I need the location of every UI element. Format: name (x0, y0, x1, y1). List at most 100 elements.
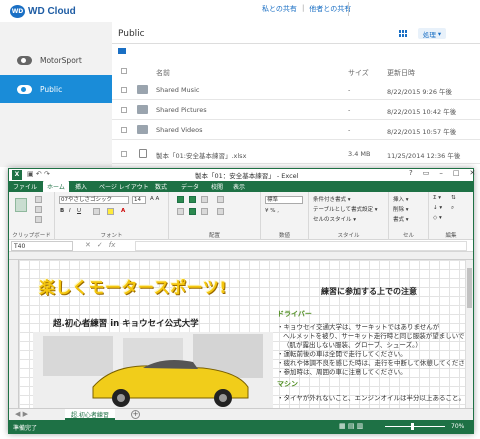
formula-input[interactable] (135, 241, 467, 251)
column-updated[interactable]: 更新日時 (387, 68, 415, 78)
ribbon-display-icon[interactable]: ▭ (423, 169, 430, 177)
formula-icons: ✕ ✓ fx (85, 241, 115, 249)
format-as-table-button[interactable]: テーブルとして書式設定 ▾ (313, 205, 378, 213)
wrap-text-icon[interactable] (217, 196, 224, 203)
number-format-select[interactable]: 標準 (265, 196, 303, 204)
redo-icon[interactable]: ↷ (44, 170, 50, 178)
cut-icon[interactable] (35, 196, 42, 203)
insert-cells-button[interactable]: 挿入 ▾ (393, 195, 409, 203)
name-box[interactable]: T40 (11, 241, 73, 251)
clear-icon[interactable]: ◇ ▾ (433, 215, 442, 221)
bold-icon[interactable]: B (60, 208, 64, 214)
merge-center-icon[interactable] (217, 208, 224, 215)
wd-cloud-logo[interactable]: WD WD Cloud (10, 4, 76, 18)
grid-view-icon[interactable] (399, 30, 407, 37)
row-checkbox[interactable] (121, 107, 127, 113)
border-icon[interactable] (93, 208, 100, 215)
column-name[interactable]: 名前 (156, 68, 170, 78)
worksheet-grid[interactable]: 楽しくモータースポーツ! 練習に参加する上での注意 超.初心者練習 in キョウ… (19, 260, 465, 408)
align-bottom-icon[interactable] (201, 196, 208, 203)
shared-with-me-link[interactable]: 私との共有 (262, 4, 297, 14)
sheet-nav-icon[interactable]: ◀ ▶ (15, 410, 28, 418)
font-size-select[interactable]: 14 (132, 196, 146, 204)
vertical-scrollbar[interactable] (465, 260, 473, 408)
tab-insert[interactable]: 挿入 (75, 182, 87, 191)
add-sheet-icon[interactable]: + (131, 410, 140, 419)
sort-filter-icon[interactable]: ⇅ (451, 195, 456, 201)
minimize-icon[interactable]: – (439, 169, 443, 177)
underline-icon[interactable]: U (77, 208, 81, 214)
tab-formulas[interactable]: 数式 (155, 182, 167, 191)
conditional-format-button[interactable]: 条件付き書式 ▾ (313, 195, 351, 203)
ribbon: クリップボード 07やさしさゴシック 14 A A B I U A フォント 配… (9, 192, 473, 240)
operations-button[interactable]: 処理 ▾ (418, 28, 446, 39)
undo-icon[interactable]: ↶ (36, 170, 42, 178)
tab-file[interactable]: ファイル (13, 182, 37, 191)
folder-icon (137, 85, 148, 94)
zoom-slider-thumb[interactable] (411, 423, 414, 430)
file-row[interactable]: Shared Videos - 8/22/2015 10:57 午後 (112, 121, 480, 140)
tab-data[interactable]: データ (181, 182, 199, 191)
number-group: 標準 ¥ % , 数値 (261, 192, 309, 240)
tab-review[interactable]: 校閲 (211, 182, 223, 191)
scroll-thumb[interactable] (467, 268, 472, 308)
align-center-icon[interactable] (189, 208, 196, 215)
tab-home[interactable]: ホーム (43, 181, 69, 192)
italic-icon[interactable]: I (69, 208, 71, 214)
row-checkbox[interactable] (121, 87, 127, 93)
copy-icon[interactable] (35, 206, 42, 213)
currency-icon[interactable]: ¥ % , (265, 208, 279, 214)
sidebar-item-motorsport[interactable]: MotorSport (0, 46, 112, 74)
font-name-select[interactable]: 07やさしさゴシック (59, 196, 129, 204)
cancel-icon[interactable]: ✕ (85, 241, 91, 249)
help-icon[interactable]: ? (409, 169, 413, 177)
select-all-checkbox[interactable] (121, 68, 127, 76)
zoom-level[interactable]: 70% (451, 423, 464, 430)
sheet-tabs-bar: ◀ ▶ 超.初心者練習 + (9, 408, 473, 420)
column-size[interactable]: サイズ (348, 68, 369, 78)
sidebar-item-public[interactable]: Public (0, 75, 112, 103)
maximize-icon[interactable]: □ (453, 169, 460, 177)
align-left-icon[interactable] (177, 208, 184, 215)
delete-cells-button[interactable]: 削除 ▾ (393, 205, 409, 213)
align-top-icon[interactable] (177, 196, 184, 203)
fill-icon[interactable]: ↓ ▾ (433, 205, 442, 211)
function-icon[interactable]: fx (109, 241, 116, 249)
sidebar: MotorSport Public (0, 22, 112, 167)
car-illustration (33, 332, 273, 408)
enter-icon[interactable]: ✓ (97, 241, 103, 249)
list-view-icon[interactable] (118, 48, 126, 54)
font-group: 07やさしさゴシック 14 A A B I U A フォント (55, 192, 169, 240)
tab-page-layout[interactable]: ページ レイアウト (99, 182, 149, 191)
format-painter-icon[interactable] (35, 216, 42, 223)
find-select-icon[interactable]: ⌕ (451, 205, 454, 212)
clipboard-group: クリップボード (9, 192, 55, 240)
font-color-icon[interactable]: A (121, 208, 125, 214)
zoom-slider[interactable] (385, 426, 445, 427)
view-mode-icons[interactable]: ▦ ▤ ▥ (339, 422, 363, 430)
file-row[interactable]: Shared Music - 8/22/2015 9:26 午後 (112, 81, 480, 100)
section-driver: ドライバー (277, 310, 312, 318)
align-middle-icon[interactable] (189, 196, 196, 203)
close-icon[interactable]: ✕ (469, 169, 475, 177)
file-row[interactable]: Shared Pictures - 8/22/2015 10:42 午後 (112, 101, 480, 120)
tab-view[interactable]: 表示 (233, 182, 245, 191)
save-icon[interactable]: ▣ (27, 170, 34, 178)
row-checkbox[interactable] (121, 151, 127, 157)
chevron-down-icon: ▾ (437, 29, 442, 38)
shared-with-others-link[interactable]: 他者との共有 (309, 4, 351, 14)
user-menu[interactable] (348, 2, 359, 16)
font-grow-icon[interactable]: A A (150, 196, 159, 202)
cell-styles-button[interactable]: セルのスタイル ▾ (313, 215, 356, 223)
sheet-tab[interactable]: 超.初心者練習 (65, 409, 115, 420)
autosum-icon[interactable]: Σ ▾ (433, 195, 441, 201)
row-checkbox[interactable] (121, 127, 127, 133)
fill-color-icon[interactable] (107, 208, 114, 215)
align-right-icon[interactable] (201, 208, 208, 215)
file-row[interactable]: 製本「01:安全基本練習」.xlsx 3.4 MB 11/25/2014 12:… (112, 145, 480, 164)
paste-icon[interactable] (15, 198, 27, 212)
note-line: ・タイヤが外れないこと、エンジンオイルは半分以上あること。 (277, 394, 465, 402)
format-cells-button[interactable]: 書式 ▾ (393, 215, 409, 223)
section-machine: マシン (277, 380, 298, 388)
row-headers (9, 260, 19, 408)
